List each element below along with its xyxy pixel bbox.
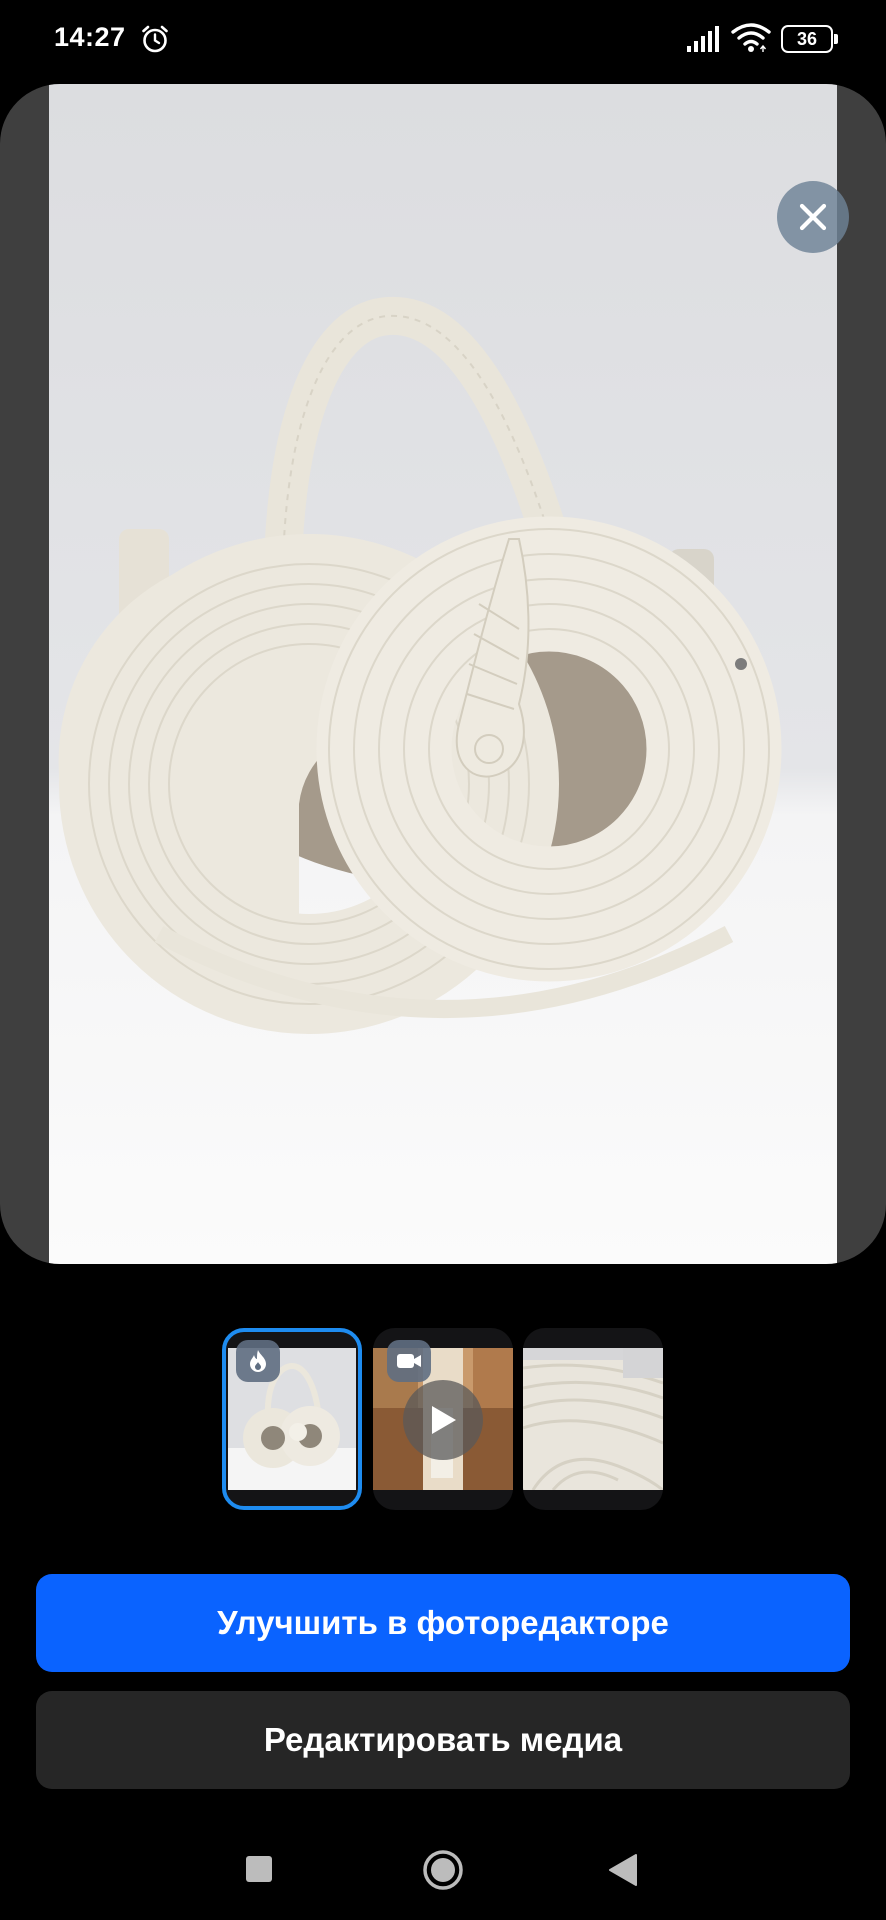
thumbnail-photo-3[interactable] [523,1328,663,1510]
video-badge [387,1340,431,1382]
fire-icon [250,1350,266,1372]
play-icon [432,1406,456,1434]
fire-badge [236,1340,280,1382]
product-photo [49,84,837,1264]
battery-level: 36 [796,29,818,49]
enhance-in-photo-editor-button[interactable]: Улучшить в фоторедакторе [36,1574,850,1672]
signal-icon [687,26,719,52]
thumbnail-image [523,1348,663,1490]
media-viewer[interactable] [0,84,886,1264]
nav-recent-icon[interactable] [246,1856,272,1882]
nav-home-icon[interactable] [422,1849,464,1891]
battery-icon: 36 [781,25,838,53]
status-time: 14:27 [54,22,126,52]
close-icon [799,203,827,231]
alarm-icon [142,25,168,53]
play-button[interactable] [403,1380,483,1460]
handbag-image [58,296,782,1034]
system-nav-bar [0,1820,886,1920]
nav-back-icon[interactable] [608,1853,638,1887]
thumbnail-photo-1[interactable] [222,1328,362,1510]
status-bar: 14:27 36 [0,0,886,80]
video-camera-icon [397,1354,421,1368]
thumbnail-video-2[interactable] [373,1328,513,1510]
edit-media-button[interactable]: Редактировать медиа [36,1691,850,1789]
wifi-icon [731,23,771,52]
close-button[interactable] [777,181,849,253]
